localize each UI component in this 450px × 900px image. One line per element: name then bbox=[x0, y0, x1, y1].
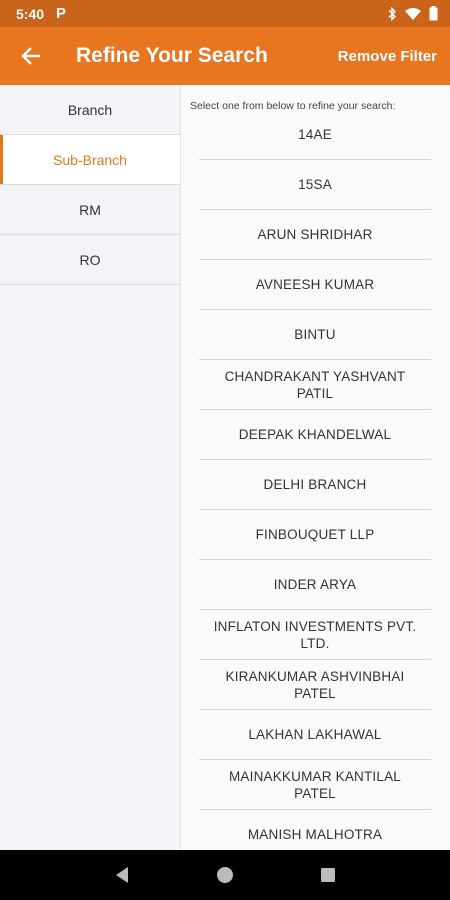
list-item[interactable]: LAKHAN LAKHAWAL bbox=[199, 710, 431, 760]
sidebar-item-sub-branch[interactable]: Sub-Branch bbox=[0, 135, 180, 185]
list-item[interactable]: INDER ARYA bbox=[199, 560, 431, 610]
list-item[interactable]: AVNEESH KUMAR bbox=[199, 260, 431, 310]
list-item[interactable]: BINTU bbox=[199, 310, 431, 360]
list-item[interactable]: DEEPAK KHANDELWAL bbox=[199, 410, 431, 460]
page-title: Refine Your Search bbox=[76, 44, 268, 67]
list-item[interactable]: MANISH MALHOTRA bbox=[199, 810, 431, 850]
sidebar-item-branch[interactable]: Branch bbox=[0, 85, 180, 135]
bluetooth-icon bbox=[387, 6, 397, 21]
list-item[interactable]: 14AE bbox=[199, 110, 431, 160]
parking-notification-icon: P bbox=[56, 5, 67, 22]
wifi-icon bbox=[405, 7, 421, 20]
list-item[interactable]: KIRANKUMAR ASHVINBHAI PATEL bbox=[199, 660, 431, 710]
status-time: 5:40 bbox=[16, 5, 45, 22]
status-bar: 5:40 P bbox=[0, 0, 450, 27]
list-item[interactable]: 15SA bbox=[199, 160, 431, 210]
remove-filter-button[interactable]: Remove Filter bbox=[338, 48, 437, 65]
sidebar-item-rm[interactable]: RM bbox=[0, 185, 180, 235]
system-navigation-bar bbox=[0, 850, 450, 900]
status-icons bbox=[387, 6, 438, 21]
filter-category-sidebar: Branch Sub-Branch RM RO bbox=[0, 85, 181, 850]
list-item[interactable]: ARUN SHRIDHAR bbox=[199, 210, 431, 260]
battery-icon bbox=[429, 6, 438, 21]
list-item[interactable]: MAINAKKUMAR KANTILAL PATEL bbox=[199, 760, 431, 810]
app-bar: Refine Your Search Remove Filter bbox=[0, 27, 450, 85]
nav-home-button[interactable] bbox=[205, 855, 245, 895]
sidebar-item-ro[interactable]: RO bbox=[0, 235, 180, 285]
options-list[interactable]: 14AE 15SA ARUN SHRIDHAR AVNEESH KUMAR BI… bbox=[199, 110, 431, 850]
square-recents-icon bbox=[321, 868, 336, 882]
list-item[interactable]: CHANDRAKANT YASHVANT PATIL bbox=[199, 360, 431, 410]
circle-home-icon bbox=[216, 867, 233, 883]
arrow-left-icon bbox=[21, 47, 41, 65]
list-item[interactable]: DELHI BRANCH bbox=[199, 460, 431, 510]
nav-recents-button[interactable] bbox=[308, 855, 348, 895]
list-item[interactable]: INFLATON INVESTMENTS PVT. LTD. bbox=[199, 610, 431, 660]
list-item[interactable]: FINBOUQUET LLP bbox=[199, 510, 431, 560]
back-button[interactable] bbox=[0, 27, 62, 85]
nav-back-button[interactable] bbox=[102, 855, 142, 895]
triangle-back-icon bbox=[115, 867, 128, 883]
filter-options-panel: Select one from below to refine your sea… bbox=[181, 85, 450, 850]
